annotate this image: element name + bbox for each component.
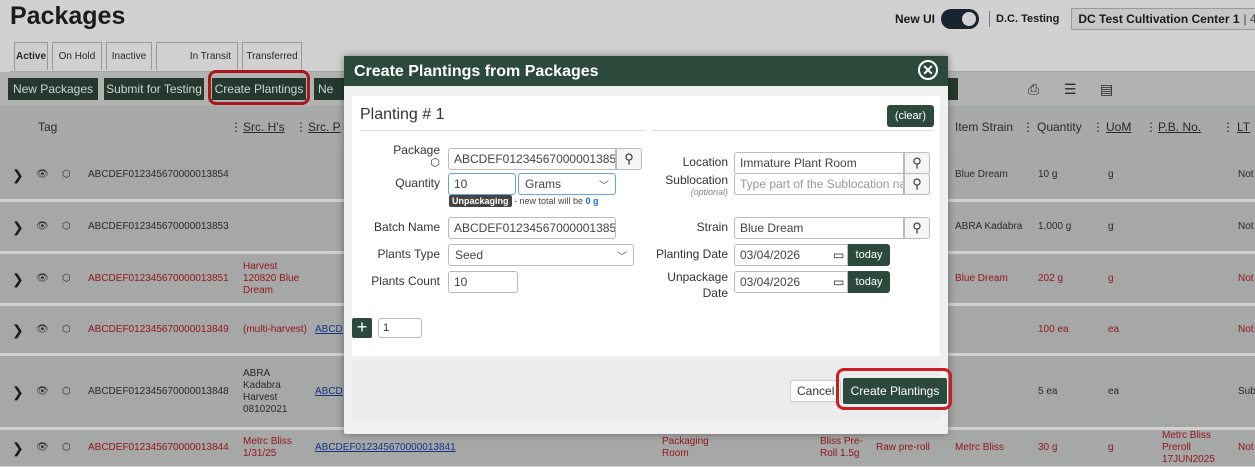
strain-input[interactable]: Blue Dream	[734, 217, 904, 239]
cancel-button[interactable]: Cancel	[790, 380, 842, 402]
package-label: Package ⬡	[393, 143, 440, 169]
unpack-text: - new total will be	[511, 196, 586, 206]
unpackage-date-input[interactable]: 03/04/2026	[734, 271, 848, 293]
unpackaging-badge: Unpackaging	[449, 195, 512, 207]
location-input[interactable]: Immature Plant Room	[734, 152, 904, 174]
package-icon: ⬡	[430, 157, 440, 169]
quantity-input[interactable]: 10	[448, 173, 516, 195]
unpack-total: 0 g	[585, 196, 599, 206]
unpackage-today-button[interactable]: today	[848, 271, 890, 293]
create-plantings-button[interactable]: Create Plantings	[843, 378, 947, 404]
plants-type-value: Seed	[455, 248, 484, 262]
plants-type-label: Plants Type	[377, 247, 440, 261]
plants-type-select[interactable]: Seed ﹀	[448, 244, 634, 266]
planting-form: Planting # 1 (clear) Package ⬡ ABCDEF0123…	[352, 96, 940, 356]
modal-header: Create Plantings from Packages ✕	[344, 56, 948, 86]
chevron-down-icon: ﹀	[599, 181, 609, 192]
search-icon[interactable]: ⚲	[904, 152, 930, 174]
create-plantings-modal: Create Plantings from Packages ✕ Plantin…	[344, 56, 948, 434]
batch-name-label: Batch Name	[373, 220, 440, 234]
package-input[interactable]: ABCDEF012345670000013854	[448, 148, 616, 170]
planting-date-input[interactable]: 03/04/2026	[734, 244, 848, 266]
search-icon[interactable]: ⚲	[616, 148, 642, 170]
uom-value: Grams	[525, 177, 561, 191]
planting-count-input[interactable]: 1	[378, 318, 422, 338]
planting-date-label: Planting Date	[655, 247, 728, 261]
batch-name-input[interactable]: ABCDEF012345670000013854	[448, 217, 616, 239]
location-label: Location	[682, 155, 728, 169]
search-icon[interactable]: ⚲	[904, 217, 930, 239]
plants-count-label: Plants Count	[371, 274, 440, 288]
unpackage-date-label: Unpackage Date	[667, 270, 728, 300]
strain-label: Strain	[696, 220, 728, 234]
modal-title: Create Plantings from Packages	[354, 63, 599, 80]
planting-number: Planting # 1	[360, 106, 445, 123]
unpackaging-note: Unpackaging - new total will be 0 g	[449, 195, 599, 207]
modal-footer: Cancel Create Plantings	[352, 360, 947, 420]
planting-today-button[interactable]: today	[848, 244, 890, 266]
quantity-label: Quantity	[395, 176, 440, 190]
clear-button[interactable]: (clear)	[886, 105, 934, 127]
uom-select[interactable]: Grams ﹀	[518, 173, 616, 195]
calendar-icon[interactable]: ▭	[833, 275, 844, 289]
close-icon[interactable]: ✕	[918, 60, 938, 80]
add-planting-row: + 1	[352, 318, 940, 346]
add-icon[interactable]: +	[352, 318, 372, 338]
sublocation-placeholder: Type part of the Sublocation name	[740, 177, 903, 191]
divider	[652, 130, 934, 131]
chevron-down-icon: ﹀	[617, 252, 627, 263]
divider	[360, 130, 646, 131]
plants-count-input[interactable]: 10	[448, 271, 518, 293]
search-icon[interactable]: ⚲	[904, 173, 930, 195]
sublocation-label: Sublocation (optional)	[665, 173, 728, 197]
sublocation-input[interactable]: Type part of the Sublocation name	[734, 173, 904, 195]
calendar-icon[interactable]: ▭	[833, 248, 844, 262]
